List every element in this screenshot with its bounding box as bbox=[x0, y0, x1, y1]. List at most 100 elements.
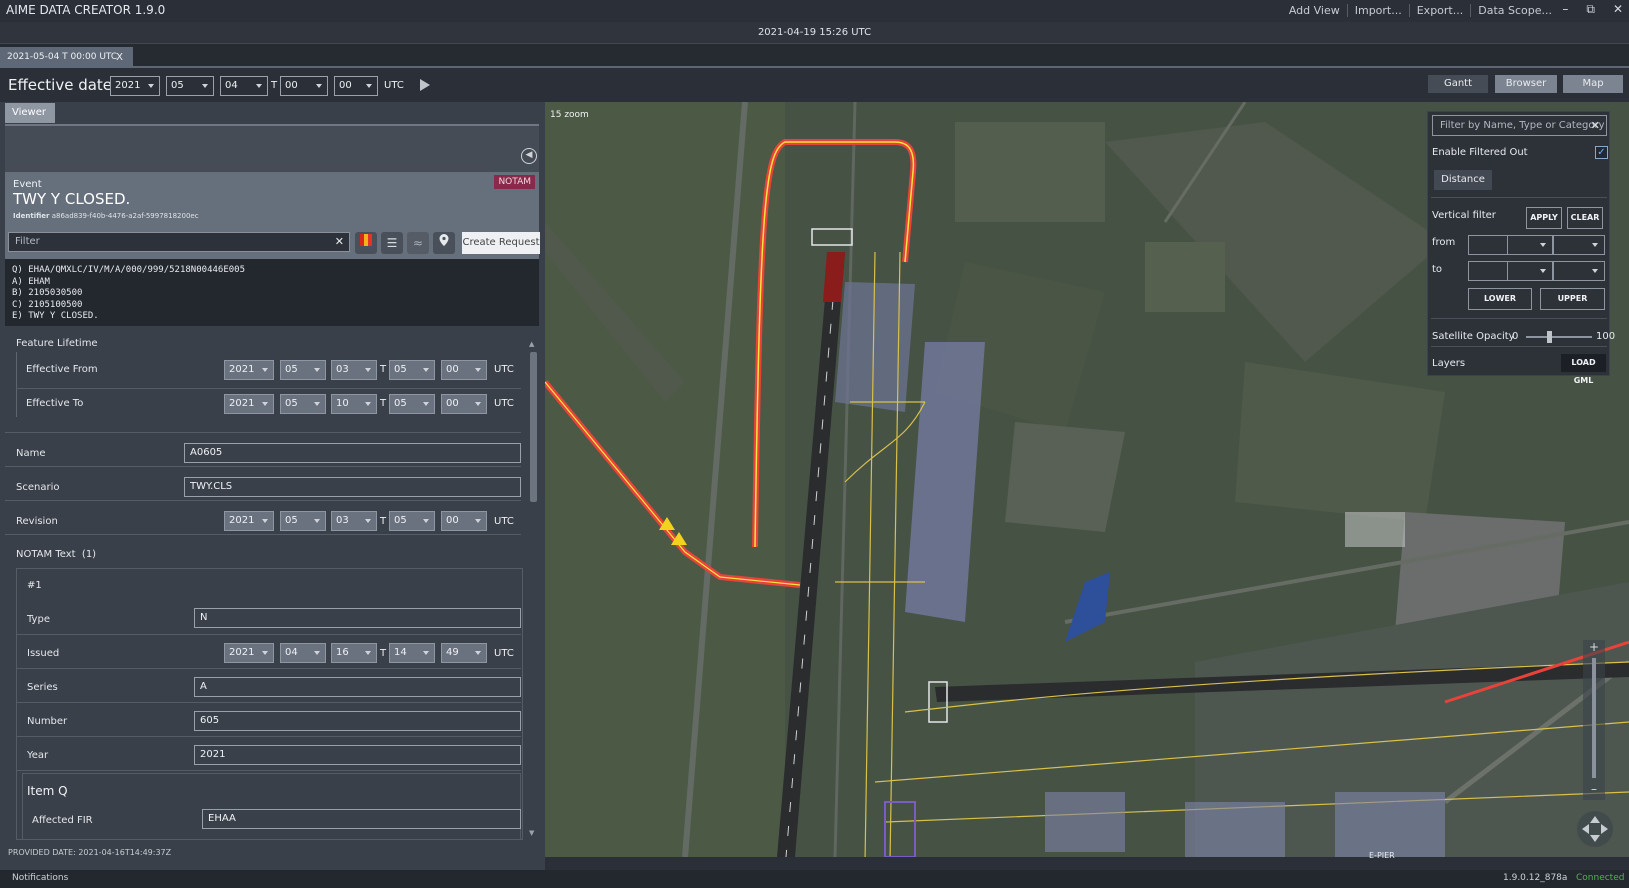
item-q-box bbox=[22, 773, 521, 840]
effective-to-t: T bbox=[380, 398, 387, 409]
opacity-max-label: 100 bbox=[1596, 331, 1616, 342]
from-unit-select[interactable] bbox=[1507, 235, 1553, 255]
issued-month[interactable]: 04 bbox=[280, 643, 326, 663]
revision-month[interactable]: 05 bbox=[280, 511, 326, 531]
import-menu[interactable]: Import... bbox=[1348, 4, 1410, 17]
gantt-view-button[interactable]: Gantt bbox=[1428, 75, 1488, 93]
map-zoom-control[interactable]: + – bbox=[1583, 640, 1605, 800]
effective-hour-select[interactable]: 00 bbox=[280, 76, 328, 96]
browser-view-button[interactable]: Browser bbox=[1495, 75, 1557, 93]
close-icon[interactable]: ✕ bbox=[1613, 2, 1623, 17]
effective-from-hour[interactable]: 05 bbox=[389, 360, 435, 380]
year-field[interactable]: 2021 bbox=[194, 745, 521, 765]
create-request-button[interactable]: Create Request bbox=[462, 232, 540, 254]
effective-to-year[interactable]: 2021 bbox=[224, 394, 274, 414]
feature-lifetime-bracket bbox=[16, 352, 17, 417]
divider bbox=[17, 702, 521, 703]
effective-from-minute[interactable]: 00 bbox=[441, 360, 487, 380]
scenario-field[interactable]: TWY.CLS bbox=[184, 477, 521, 497]
from-reference-select[interactable] bbox=[1553, 235, 1605, 255]
map-view-button[interactable]: Map bbox=[1563, 75, 1623, 93]
feature-lifetime-heading: Feature Lifetime bbox=[16, 338, 98, 349]
add-view-menu[interactable]: Add View bbox=[1282, 4, 1348, 17]
scenario-label: Scenario bbox=[16, 482, 60, 493]
scroll-up-icon[interactable]: ▲ bbox=[529, 340, 534, 348]
affected-fir-field[interactable]: EHAA bbox=[202, 809, 521, 829]
to-unit-select[interactable] bbox=[1507, 261, 1553, 281]
filter-clear-icon[interactable]: ✕ bbox=[335, 233, 344, 251]
document-tab-strip: 2021-05-04 T 00:00 UTC X bbox=[0, 44, 1629, 68]
effective-to-minute[interactable]: 00 bbox=[441, 394, 487, 414]
issued-year[interactable]: 2021 bbox=[224, 643, 274, 663]
filter-input[interactable]: Filter ✕ bbox=[8, 232, 350, 252]
series-field[interactable]: A bbox=[194, 677, 521, 697]
zoom-in-icon[interactable]: + bbox=[1583, 640, 1605, 654]
map-pan-icon[interactable] bbox=[1577, 811, 1613, 847]
effective-to-hour[interactable]: 05 bbox=[389, 394, 435, 414]
layer-filter-clear-icon[interactable]: ✕ bbox=[1591, 116, 1600, 135]
notifications-link[interactable]: Notifications bbox=[12, 873, 68, 883]
effective-month-select[interactable]: 05 bbox=[166, 76, 214, 96]
flag-icon[interactable] bbox=[355, 232, 377, 254]
issued-day[interactable]: 16 bbox=[331, 643, 377, 663]
effective-to-day[interactable]: 10 bbox=[331, 394, 377, 414]
revision-hour[interactable]: 05 bbox=[389, 511, 435, 531]
document-tab[interactable]: 2021-05-04 T 00:00 UTC X bbox=[0, 47, 133, 68]
lower-button[interactable]: LOWER bbox=[1468, 288, 1532, 310]
revision-year[interactable]: 2021 bbox=[224, 511, 274, 531]
effective-year-select[interactable]: 2021 bbox=[110, 76, 160, 96]
scrollbar-thumb[interactable] bbox=[530, 352, 537, 502]
tab-close-icon[interactable]: X bbox=[116, 47, 123, 68]
enable-filtered-out-checkbox[interactable]: ✓ bbox=[1595, 146, 1608, 159]
location-pin-icon[interactable] bbox=[433, 232, 455, 254]
type-label: Type bbox=[27, 614, 50, 625]
scroll-down-icon[interactable]: ▼ bbox=[529, 829, 534, 837]
export-menu[interactable]: Export... bbox=[1410, 4, 1472, 17]
from-value-input[interactable] bbox=[1468, 235, 1508, 255]
number-field[interactable]: 605 bbox=[194, 711, 521, 731]
to-reference-select[interactable] bbox=[1553, 261, 1605, 281]
minimize-icon[interactable]: – bbox=[1562, 2, 1568, 17]
tree-icon[interactable]: ☰ bbox=[381, 232, 403, 254]
revision-day[interactable]: 03 bbox=[331, 511, 377, 531]
type-field[interactable]: N bbox=[194, 608, 521, 628]
zoom-slider-track[interactable] bbox=[1592, 658, 1596, 778]
revision-minute[interactable]: 00 bbox=[441, 511, 487, 531]
effective-from-month[interactable]: 05 bbox=[280, 360, 326, 380]
effective-from-year[interactable]: 2021 bbox=[224, 360, 274, 380]
effective-minute-select[interactable]: 00 bbox=[334, 76, 378, 96]
issued-hour[interactable]: 14 bbox=[389, 643, 435, 663]
issued-utc: UTC bbox=[494, 648, 514, 659]
document-tab-label: 2021-05-04 T 00:00 UTC bbox=[7, 52, 118, 62]
effective-to-month[interactable]: 05 bbox=[280, 394, 326, 414]
to-value-input[interactable] bbox=[1468, 261, 1508, 281]
restore-icon[interactable]: ⧉ bbox=[1586, 2, 1595, 17]
notam-entry-number: #1 bbox=[27, 580, 42, 591]
issued-minute[interactable]: 49 bbox=[441, 643, 487, 663]
year-label: Year bbox=[27, 750, 49, 761]
zoom-out-icon[interactable]: – bbox=[1583, 782, 1605, 796]
revision-t: T bbox=[380, 516, 387, 527]
satellite-opacity-slider[interactable] bbox=[1526, 336, 1592, 338]
notam-text-heading-label: NOTAM Text bbox=[16, 549, 76, 560]
route-icon[interactable]: ≈ bbox=[407, 232, 429, 254]
divider bbox=[17, 770, 521, 771]
load-gml-button[interactable]: LOAD GML bbox=[1561, 354, 1606, 385]
slider-handle[interactable] bbox=[1547, 331, 1553, 343]
play-icon[interactable] bbox=[420, 79, 430, 91]
effective-day-select[interactable]: 04 bbox=[220, 76, 268, 96]
collapse-icon[interactable]: ◀ bbox=[521, 148, 537, 164]
clear-button[interactable]: CLEAR bbox=[1567, 207, 1603, 229]
layer-filter-input[interactable]: Filter by Name, Type or Category ✕ bbox=[1432, 115, 1607, 136]
distance-button[interactable]: Distance bbox=[1434, 170, 1492, 190]
name-field[interactable]: A0605 bbox=[184, 443, 521, 463]
version-label: 1.9.0.12_878a bbox=[1503, 873, 1568, 883]
tab-viewer[interactable]: Viewer bbox=[5, 103, 55, 123]
upper-button[interactable]: UPPER bbox=[1540, 288, 1605, 310]
effective-from-day[interactable]: 03 bbox=[331, 360, 377, 380]
divider bbox=[5, 534, 521, 535]
apply-button[interactable]: APPLY bbox=[1526, 207, 1562, 229]
revision-label: Revision bbox=[16, 516, 58, 527]
data-scope-menu[interactable]: Data Scope... bbox=[1471, 4, 1559, 17]
effective-date-label: Effective date bbox=[8, 76, 113, 94]
